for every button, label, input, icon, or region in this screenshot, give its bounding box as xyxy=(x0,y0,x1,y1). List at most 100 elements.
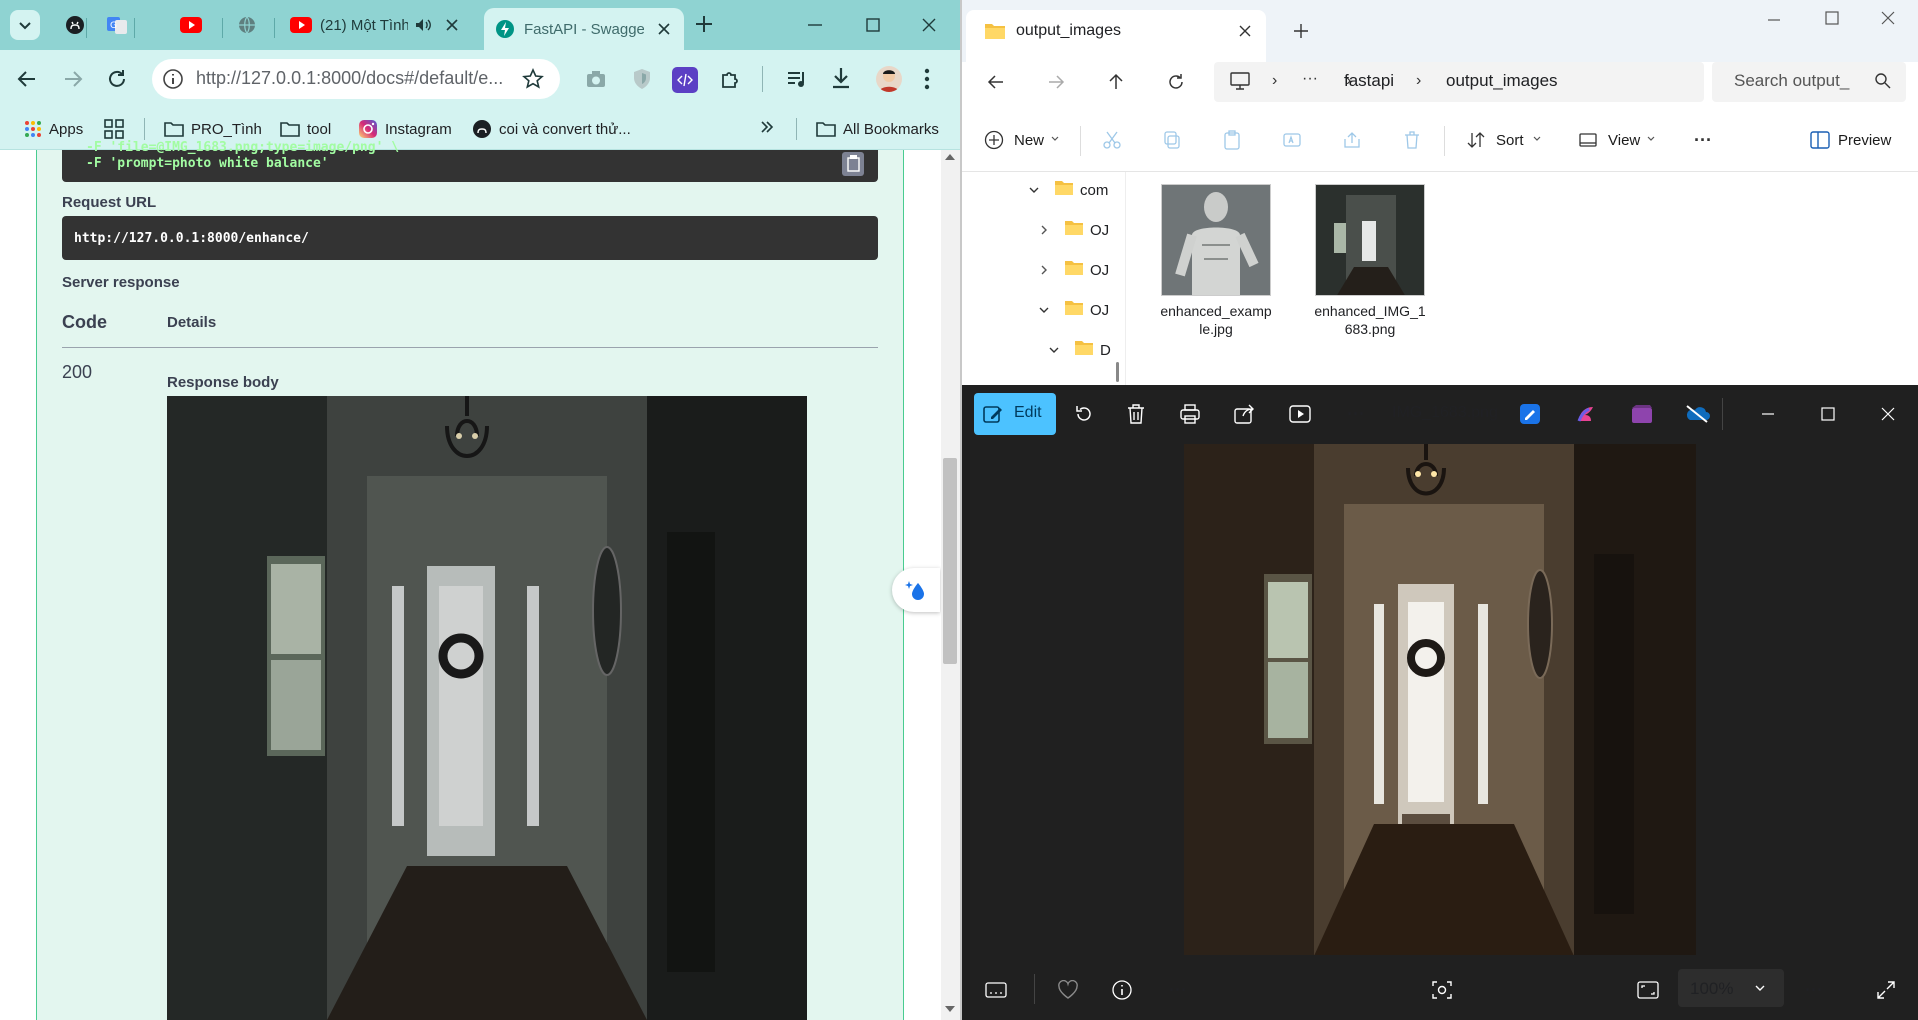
photos-maximize-button[interactable] xyxy=(1818,404,1838,424)
breadcrumb-item-output-images[interactable]: output_images xyxy=(1446,71,1558,91)
back-button[interactable] xyxy=(16,68,38,90)
tree-expand-chevron-icon[interactable] xyxy=(1038,304,1050,316)
bookmark-folder-tool[interactable]: tool xyxy=(280,116,331,142)
profile-avatar[interactable] xyxy=(876,66,902,92)
share-icon[interactable] xyxy=(1342,130,1362,150)
close-window-button[interactable] xyxy=(920,16,938,34)
visual-search-icon[interactable] xyxy=(1430,978,1454,1002)
bookmark-label: coi và convert thử... xyxy=(499,120,631,138)
breadcrumb-item-fastapi[interactable]: fastapi xyxy=(1344,71,1394,91)
chrome-menu-icon[interactable] xyxy=(924,68,930,90)
photos-minimize-button[interactable] xyxy=(1758,404,1778,424)
scrollbar-thumb[interactable] xyxy=(943,458,957,664)
file-item-enhanced-img[interactable]: enhanced_IMG_1 683.png xyxy=(1310,182,1430,342)
tree-item-label[interactable]: OJ xyxy=(1090,262,1109,279)
photo-editor-app-icon[interactable] xyxy=(1518,402,1542,426)
tree-scrollbar-thumb[interactable] xyxy=(1116,362,1119,382)
tab-search-button[interactable] xyxy=(10,10,40,40)
share-icon[interactable] xyxy=(1232,402,1256,426)
slideshow-icon[interactable] xyxy=(1288,402,1312,426)
filmstrip-icon[interactable] xyxy=(984,978,1008,1002)
close-tab-button[interactable] xyxy=(1238,24,1252,38)
preview-pane-icon[interactable] xyxy=(1810,131,1830,149)
paste-icon[interactable] xyxy=(1222,130,1242,150)
site-info-icon[interactable] xyxy=(162,68,184,90)
favorite-heart-icon[interactable] xyxy=(1056,978,1080,1002)
copy-to-clipboard-icon[interactable] xyxy=(842,152,864,176)
explorer-up-button[interactable] xyxy=(1106,72,1126,92)
rename-icon[interactable] xyxy=(1282,130,1302,150)
bookmark-instagram[interactable]: Instagram xyxy=(358,116,452,142)
media-control-icon[interactable] xyxy=(786,68,808,90)
tab-fastapi-swagger[interactable]: FastAPI - Swagge xyxy=(484,8,684,50)
scroll-up-arrow-icon[interactable] xyxy=(944,152,956,162)
tab-youtube-music[interactable]: (21) Một Tình xyxy=(280,8,480,42)
copy-icon[interactable] xyxy=(1162,130,1182,150)
new-item-button[interactable] xyxy=(984,130,1004,150)
explorer-back-button[interactable] xyxy=(986,72,1006,92)
tree-item-label[interactable]: com xyxy=(1080,182,1108,199)
file-item-enhanced-example[interactable]: enhanced_examp le.jpg xyxy=(1158,182,1274,342)
print-icon[interactable] xyxy=(1178,402,1202,426)
close-icon[interactable] xyxy=(658,23,670,35)
fit-to-window-icon[interactable] xyxy=(1636,978,1660,1002)
preview-label[interactable]: Preview xyxy=(1838,132,1891,149)
tab-translate[interactable]: G xyxy=(96,8,146,42)
forward-button[interactable] xyxy=(62,68,84,90)
tree-expand-chevron-icon[interactable] xyxy=(1048,344,1060,356)
shield-extension-icon[interactable] xyxy=(632,68,652,90)
photos-close-button[interactable] xyxy=(1878,404,1898,424)
explorer-minimize-button[interactable] xyxy=(1766,12,1782,28)
floating-extension-button[interactable] xyxy=(892,568,940,612)
clipchamp-app-icon[interactable] xyxy=(1630,402,1654,426)
explorer-maximize-button[interactable] xyxy=(1824,10,1840,26)
sort-button[interactable] xyxy=(1466,130,1486,150)
new-tab-button[interactable] xyxy=(694,14,714,34)
new-explorer-tab-button[interactable] xyxy=(1292,22,1310,40)
tree-collapse-chevron-icon[interactable] xyxy=(1038,224,1050,236)
search-icon[interactable] xyxy=(1874,72,1892,90)
delete-icon[interactable] xyxy=(1402,130,1422,150)
extensions-puzzle-icon[interactable] xyxy=(720,68,742,90)
more-options-button[interactable]: ··· xyxy=(1694,130,1712,151)
fastapi-icon xyxy=(494,18,516,40)
tree-item-label[interactable]: OJ xyxy=(1090,302,1109,319)
bookmark-apps[interactable]: Apps xyxy=(24,116,83,142)
sort-label: Sort xyxy=(1496,132,1524,149)
explorer-refresh-button[interactable] xyxy=(1166,72,1186,92)
more-options-button[interactable]: ··· xyxy=(1344,402,1368,426)
more-bookmarks-button[interactable] xyxy=(760,120,774,134)
bookmark-tab-groups[interactable] xyxy=(104,116,131,142)
explorer-forward-button[interactable] xyxy=(1046,72,1066,92)
explorer-close-button[interactable] xyxy=(1880,10,1896,26)
info-icon[interactable] xyxy=(1110,978,1134,1002)
maximize-button[interactable] xyxy=(864,16,882,34)
more-options-button[interactable]: ··· xyxy=(1166,978,1190,1002)
all-bookmarks-button[interactable]: All Bookmarks xyxy=(816,116,939,142)
minimize-button[interactable] xyxy=(806,16,824,34)
delete-icon[interactable] xyxy=(1124,402,1148,426)
camera-icon[interactable] xyxy=(586,70,606,88)
tree-item-label[interactable]: OJ xyxy=(1090,222,1109,239)
bookmark-folder-pro[interactable]: PRO_Tình xyxy=(164,116,262,142)
paint-app-icon[interactable] xyxy=(1574,402,1598,426)
view-button[interactable] xyxy=(1578,130,1598,150)
tree-collapse-chevron-icon[interactable] xyxy=(1038,264,1050,276)
tab-youtube-1[interactable] xyxy=(170,8,220,42)
onedrive-off-icon[interactable] xyxy=(1684,402,1710,426)
cut-icon[interactable] xyxy=(1102,130,1122,150)
rotate-icon[interactable] xyxy=(1072,402,1096,426)
fullscreen-icon[interactable] xyxy=(1874,978,1898,1002)
tree-item-label[interactable]: D xyxy=(1100,342,1111,359)
more-options-button[interactable]: ··· xyxy=(1802,978,1826,1002)
reload-button[interactable] xyxy=(106,68,128,90)
tab-globe[interactable] xyxy=(226,8,276,42)
download-icon[interactable] xyxy=(830,66,852,90)
breadcrumb-overflow-button[interactable]: ··· xyxy=(1302,70,1318,88)
code-extension-icon[interactable] xyxy=(672,67,698,93)
bookmark-star-icon[interactable] xyxy=(522,68,544,90)
bookmark-github-convert[interactable]: coi và convert thử... xyxy=(472,116,631,142)
scroll-down-arrow-icon[interactable] xyxy=(944,1004,956,1014)
tree-expand-chevron-icon[interactable] xyxy=(1028,184,1040,196)
close-icon[interactable] xyxy=(446,19,458,31)
